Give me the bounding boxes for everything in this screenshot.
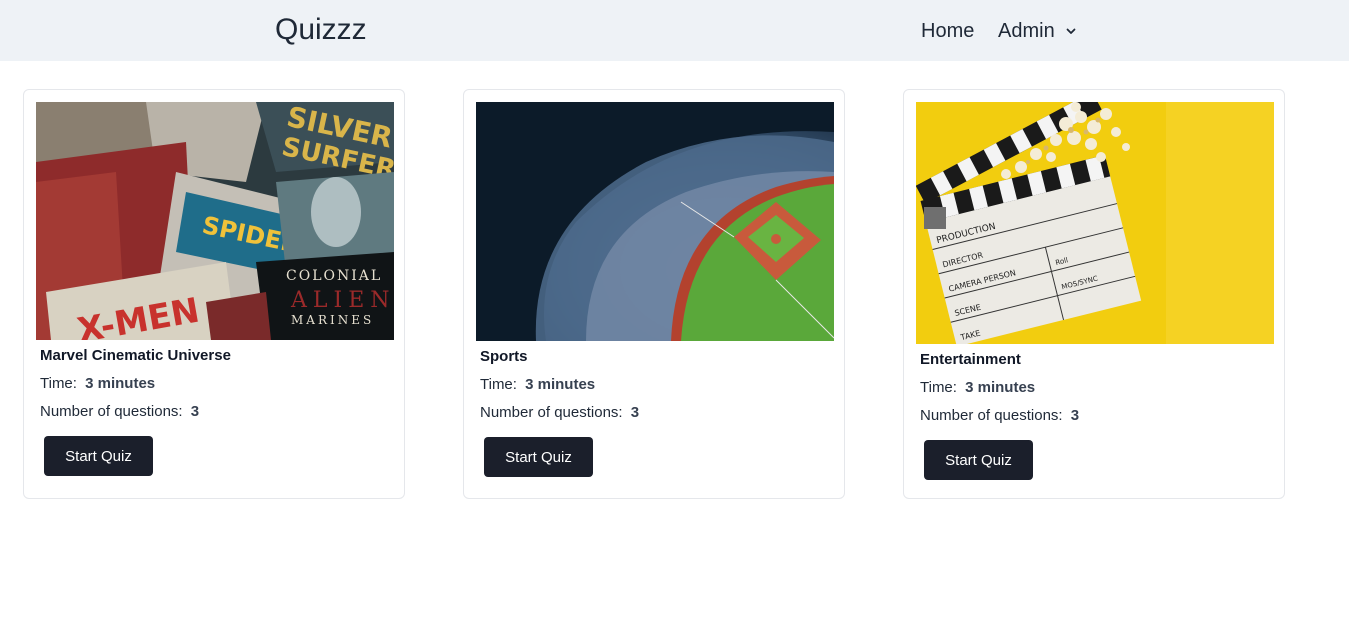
nav-home-link[interactable]: Home	[921, 19, 974, 43]
quiz-title: Entertainment	[920, 351, 1021, 368]
quiz-time: Time: 3 minutes	[40, 374, 388, 394]
quiz-time-label: Time:	[920, 379, 957, 396]
brand-link[interactable]: Quizzz	[275, 12, 367, 48]
quiz-card-body: Marvel Cinematic Universe Time: 3 minute…	[40, 346, 388, 476]
nav-admin-dropdown[interactable]: Admin	[998, 19, 1077, 43]
start-quiz-button[interactable]: Start Quiz	[924, 440, 1033, 480]
quiz-questions-label: Number of questions:	[920, 407, 1063, 424]
quiz-questions-label: Number of questions:	[40, 403, 183, 420]
nav-admin-label: Admin	[998, 20, 1055, 42]
quiz-image-clapperboard: PRODUCTION DIRECTOR CAMERA PERSON SCENE …	[916, 102, 1274, 344]
chevron-down-icon	[1066, 28, 1076, 34]
quiz-image-comics: SILVER SURFER SPIDER-MAN COLONIAL ALIENS…	[36, 102, 394, 340]
quiz-time-value: 3 minutes	[525, 376, 596, 393]
quiz-card-sports: Sports Time: 3 minutes Number of questio…	[463, 89, 845, 499]
quiz-questions: Number of questions: 3	[40, 402, 388, 422]
quiz-time-value: 3 minutes	[965, 379, 1036, 396]
svg-text:MARINES: MARINES	[291, 313, 374, 327]
quiz-card-body: Entertainment Time: 3 minutes Number of …	[920, 350, 1268, 480]
quiz-image-stadium	[476, 102, 834, 341]
start-quiz-button[interactable]: Start Quiz	[44, 436, 153, 476]
svg-text:ALIENS: ALIENS	[290, 288, 394, 313]
navbar: Quizzz Home Admin	[0, 0, 1349, 61]
quiz-questions-value: 3	[1070, 407, 1080, 424]
quiz-card-entertainment: PRODUCTION DIRECTOR CAMERA PERSON SCENE …	[903, 89, 1285, 499]
quiz-questions-value: 3	[190, 403, 200, 420]
quiz-time-label: Time:	[40, 375, 77, 392]
svg-text:COLONIAL: COLONIAL	[286, 268, 382, 284]
quiz-time-label: Time:	[480, 376, 517, 393]
quiz-time: Time: 3 minutes	[920, 378, 1268, 398]
quiz-questions: Number of questions: 3	[480, 403, 828, 423]
quiz-title: Marvel Cinematic Universe	[40, 347, 231, 364]
quiz-title: Sports	[480, 348, 528, 365]
quiz-questions: Number of questions: 3	[920, 406, 1268, 426]
quiz-time: Time: 3 minutes	[480, 375, 828, 395]
quiz-time-value: 3 minutes	[85, 375, 156, 392]
quiz-questions-label: Number of questions:	[480, 404, 623, 421]
quiz-card-body: Sports Time: 3 minutes Number of questio…	[480, 347, 828, 477]
quiz-card-marvel: SILVER SURFER SPIDER-MAN COLONIAL ALIENS…	[23, 89, 405, 499]
quiz-questions-value: 3	[630, 404, 640, 421]
start-quiz-button[interactable]: Start Quiz	[484, 437, 593, 477]
